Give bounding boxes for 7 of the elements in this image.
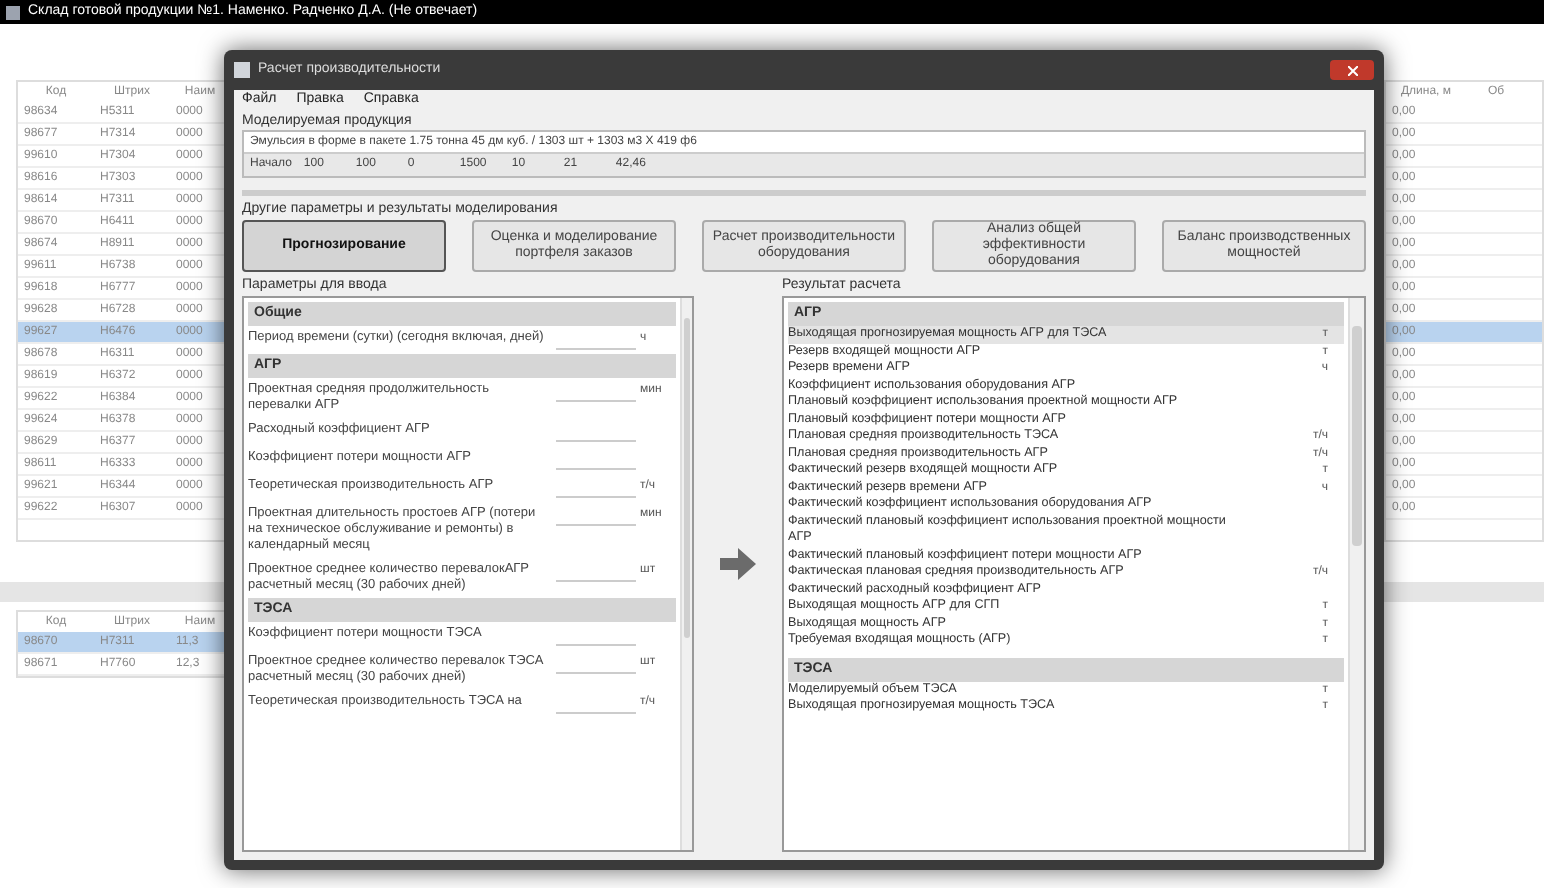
close-icon: [1347, 65, 1357, 75]
close-button[interactable]: [1330, 60, 1374, 80]
app-icon: [234, 62, 250, 78]
scrollbar[interactable]: [680, 298, 692, 850]
arrow-icon: [720, 548, 756, 580]
scrollbar[interactable]: [1348, 298, 1364, 850]
app-icon: [6, 5, 20, 19]
